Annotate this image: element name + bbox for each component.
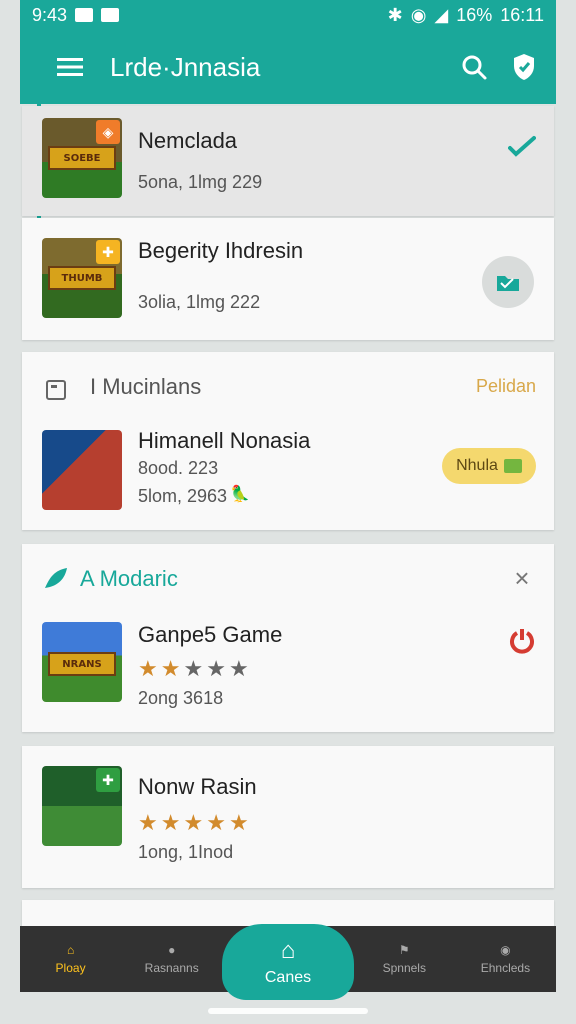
card-1-title: Nemclada <box>138 128 238 153</box>
card-5-rating-stars: ★★★★★ <box>138 810 252 835</box>
home-icon: ⌂ <box>280 937 296 964</box>
nav-item-reasons[interactable]: ● Rasnanns <box>121 926 222 992</box>
home-icon: ⌂ <box>66 943 75 957</box>
document-icon <box>42 376 70 404</box>
signal-icon: ◢ <box>434 4 449 25</box>
search-icon[interactable] <box>458 51 490 83</box>
card-5-title: Nonw Rasin <box>138 774 257 799</box>
leaf-icon <box>42 564 70 592</box>
card-5-thumbnail: ✚ <box>42 766 122 846</box>
card-3[interactable]: I Mucinlans Pelidan Himanell Nonasia 8oo… <box>22 352 554 530</box>
card-1-subtitle: 5ona, 1lmg 229 <box>138 172 263 192</box>
status-right: ✱ ◉ ◢ 16% 16:11 <box>388 5 544 26</box>
card-2-subtitle: 3olia, 1lmg 222 <box>138 292 261 312</box>
card-3-title: Himanell Nonasia <box>138 428 311 453</box>
close-icon[interactable]: × <box>508 563 536 593</box>
card-5[interactable]: ✚ Nonw Rasin ★★★★★ 1ong, 1Inod <box>22 746 554 888</box>
card-3-pill[interactable]: Nhula <box>442 448 536 484</box>
battery-text: 16% <box>456 4 493 25</box>
rating-star: ★ <box>138 810 161 835</box>
wifi-icon: ◉ <box>410 4 427 25</box>
rating-star: ★ <box>160 810 184 835</box>
home-indicator <box>208 1008 368 1014</box>
card-4-title: Ganpe5 Game <box>138 622 283 647</box>
tag-icon <box>503 459 522 473</box>
card-3-section-action[interactable]: Pelidan <box>476 376 536 397</box>
card-4[interactable]: A Modaric × NRANS Ganpe5 Game ★★★★★ 2ong… <box>22 544 554 732</box>
nav-center-fab[interactable]: ⌂ Canes <box>222 924 354 1000</box>
card-5-rating: ★★★★★ <box>138 810 252 836</box>
nav-item-play-label: Ploay <box>55 961 86 975</box>
content-list: SOEBE ◈ Nemclada 5ona, 1lmg 229 THUMB ✚ … <box>20 104 556 926</box>
card-4-subtitle: 2ong 3618 <box>138 688 224 708</box>
status-time-left: 9:43 <box>32 4 68 25</box>
flag-icon: ⚑ <box>398 943 410 957</box>
card-4-rating-stars: ★★★★★ <box>138 656 252 681</box>
person-icon: ● <box>168 943 176 957</box>
card-4-section-title: A Modaric <box>80 566 178 591</box>
nav-item-ehncleds[interactable]: ◉ Ehncleds <box>455 926 556 992</box>
rating-star: ★ <box>228 810 252 835</box>
app-title: Lrde·Jnnasia <box>110 51 261 82</box>
folder-icon[interactable] <box>482 256 534 308</box>
card-1-thumb-title: SOEBE <box>48 146 116 170</box>
rating-star: ★ <box>183 810 207 835</box>
card-4-thumbnail: NRANS <box>42 622 122 702</box>
status-bar: 9:43 ✱ ◉ ◢ 16% 16:11 <box>20 0 556 30</box>
card-3-section-title: I Mucinlans <box>90 374 202 399</box>
card-2-thumb-badge: ✚ <box>96 240 120 264</box>
card-3-thumbnail <box>42 430 122 510</box>
nav-item-ehncleds-label: Ehncleds <box>480 961 531 975</box>
card-2-thumbnail: THUMB ✚ <box>42 238 122 318</box>
card-2-thumb-title: THUMB <box>48 266 116 290</box>
card-3-subtitle-2: 5lom, 2963 <box>138 486 228 506</box>
message-icon <box>101 8 120 22</box>
app-bar: Lrde·Jnnasia <box>20 30 556 104</box>
rating-star: ★ <box>228 656 252 681</box>
card-1-thumbnail: SOEBE ◈ <box>42 118 122 198</box>
shield-icon[interactable] <box>508 51 540 83</box>
rating-star: ★ <box>206 810 229 835</box>
user-icon: ◉ <box>500 943 511 957</box>
bottom-nav: ⌂ Ploay ● Rasnanns ⚑ Spnnels ◉ Ehncleds … <box>20 924 556 1000</box>
rating-star: ★ <box>206 656 229 681</box>
nav-item-spnnels[interactable]: ⚑ Spnnels <box>354 926 455 992</box>
card-3-subtitle-1: 8ood. 223 <box>138 458 219 478</box>
card-4-rating: ★★★★★ <box>138 656 252 682</box>
nav-item-reasons-label: Rasnanns <box>144 961 199 975</box>
card-5-subtitle: 1ong, 1Inod <box>138 842 234 862</box>
rating-star: ★ <box>160 656 184 681</box>
phone-screen: 9:43 ✱ ◉ ◢ 16% 16:11 Lrde·Jnnasia SOEBE … <box>0 0 576 1024</box>
notification-icon <box>75 8 94 22</box>
power-icon[interactable] <box>508 626 536 654</box>
card-1[interactable]: SOEBE ◈ Nemclada 5ona, 1lmg 229 <box>22 106 554 216</box>
card-2[interactable]: THUMB ✚ Begerity Ihdresin 3olia, 1lmg 22… <box>22 218 554 340</box>
bluetooth-icon: ✱ <box>387 4 403 25</box>
card-6-peek <box>22 900 554 926</box>
rating-star: ★ <box>183 656 207 681</box>
card-5-thumb-badge: ✚ <box>96 768 120 792</box>
nav-item-canes-label: Canes <box>264 969 312 986</box>
card-1-thumb-badge: ◈ <box>96 120 120 144</box>
card-2-title: Begerity Ihdresin <box>138 238 304 263</box>
card-3-pill-label: Nhula <box>456 457 498 474</box>
menu-icon[interactable] <box>54 51 86 83</box>
nav-item-play[interactable]: ⌂ Ploay <box>20 926 121 992</box>
status-time-right: 16:11 <box>500 4 544 25</box>
nav-item-spnnels-label: Spnnels <box>382 961 426 975</box>
status-left: 9:43 <box>32 4 120 26</box>
check-icon[interactable] <box>508 132 536 160</box>
rating-star: ★ <box>138 656 161 681</box>
mascot-icon: 🦜 <box>230 486 250 503</box>
card-4-thumb-title: NRANS <box>48 652 116 676</box>
